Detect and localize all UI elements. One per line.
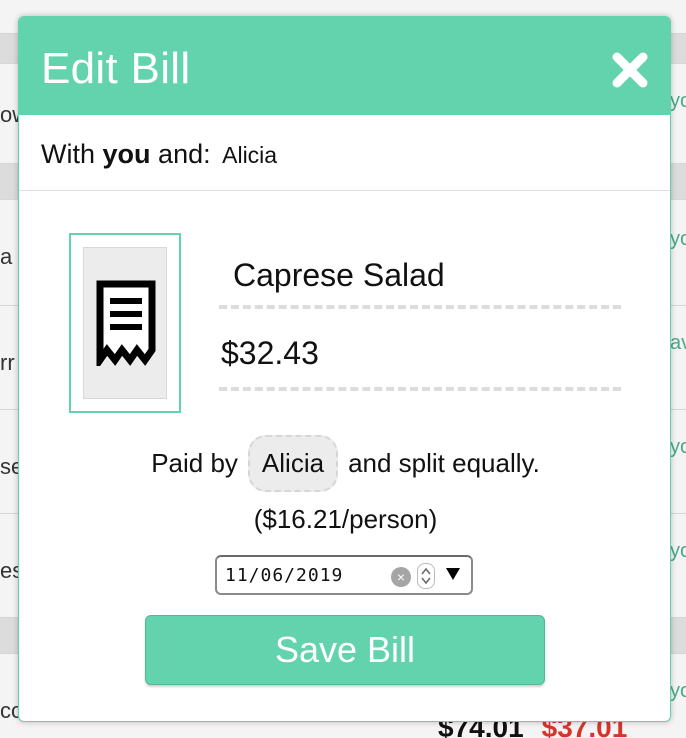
date-stepper[interactable] (417, 563, 435, 589)
paid-by-prefix: Paid by (151, 447, 238, 478)
receipt-icon (96, 280, 156, 366)
clear-date-icon[interactable]: × (391, 567, 411, 587)
close-icon (612, 52, 648, 88)
edit-bill-modal: Edit Bill With you and: Alicia Caprese S… (18, 16, 671, 722)
bg-row-status: yo (670, 90, 686, 112)
payer-selector[interactable]: Alicia (247, 434, 339, 492)
paid-by-line: Paid by Alicia and split equally. (19, 433, 670, 493)
with-and: and: (158, 139, 211, 169)
with-prefix: With (41, 139, 95, 169)
per-person-amount: ($16.21/person) (253, 504, 438, 534)
date-input[interactable]: 11/06/2019 × (215, 555, 473, 595)
description-field[interactable]: Caprese Salad (219, 247, 621, 309)
bg-row-status: yo (670, 540, 686, 562)
dropdown-triangle-icon (446, 568, 460, 580)
date-dropdown-button[interactable] (445, 566, 461, 587)
with-you: you (102, 139, 151, 169)
participant-names: Alicia (222, 142, 278, 168)
modal-header: Edit Bill (19, 17, 670, 115)
split-text[interactable]: and split equally. (348, 448, 540, 479)
receipt-thumbnail-bg (83, 247, 167, 399)
save-bill-button[interactable]: Save Bill (145, 615, 545, 685)
stepper-arrows-icon (421, 567, 431, 585)
modal-title: Edit Bill (41, 44, 191, 93)
bg-row-status: yo (670, 436, 686, 458)
description-value: Caprese Salad (233, 257, 445, 293)
participants-row: With you and: Alicia (19, 115, 670, 191)
date-value[interactable]: 11/06/2019 (225, 565, 343, 586)
bg-row-label: a (0, 244, 13, 269)
receipt-thumbnail[interactable] (69, 233, 181, 413)
participants-text: With you and: Alicia (41, 139, 277, 170)
bg-row-status: yo (670, 228, 686, 250)
bg-row-status: yo (670, 680, 686, 702)
amount-field[interactable]: $32.43 (219, 313, 621, 391)
bg-row-status: av (670, 332, 686, 354)
bg-row-label: rr (0, 350, 15, 375)
amount-value: $32.43 (221, 335, 319, 371)
close-button[interactable] (607, 47, 653, 93)
